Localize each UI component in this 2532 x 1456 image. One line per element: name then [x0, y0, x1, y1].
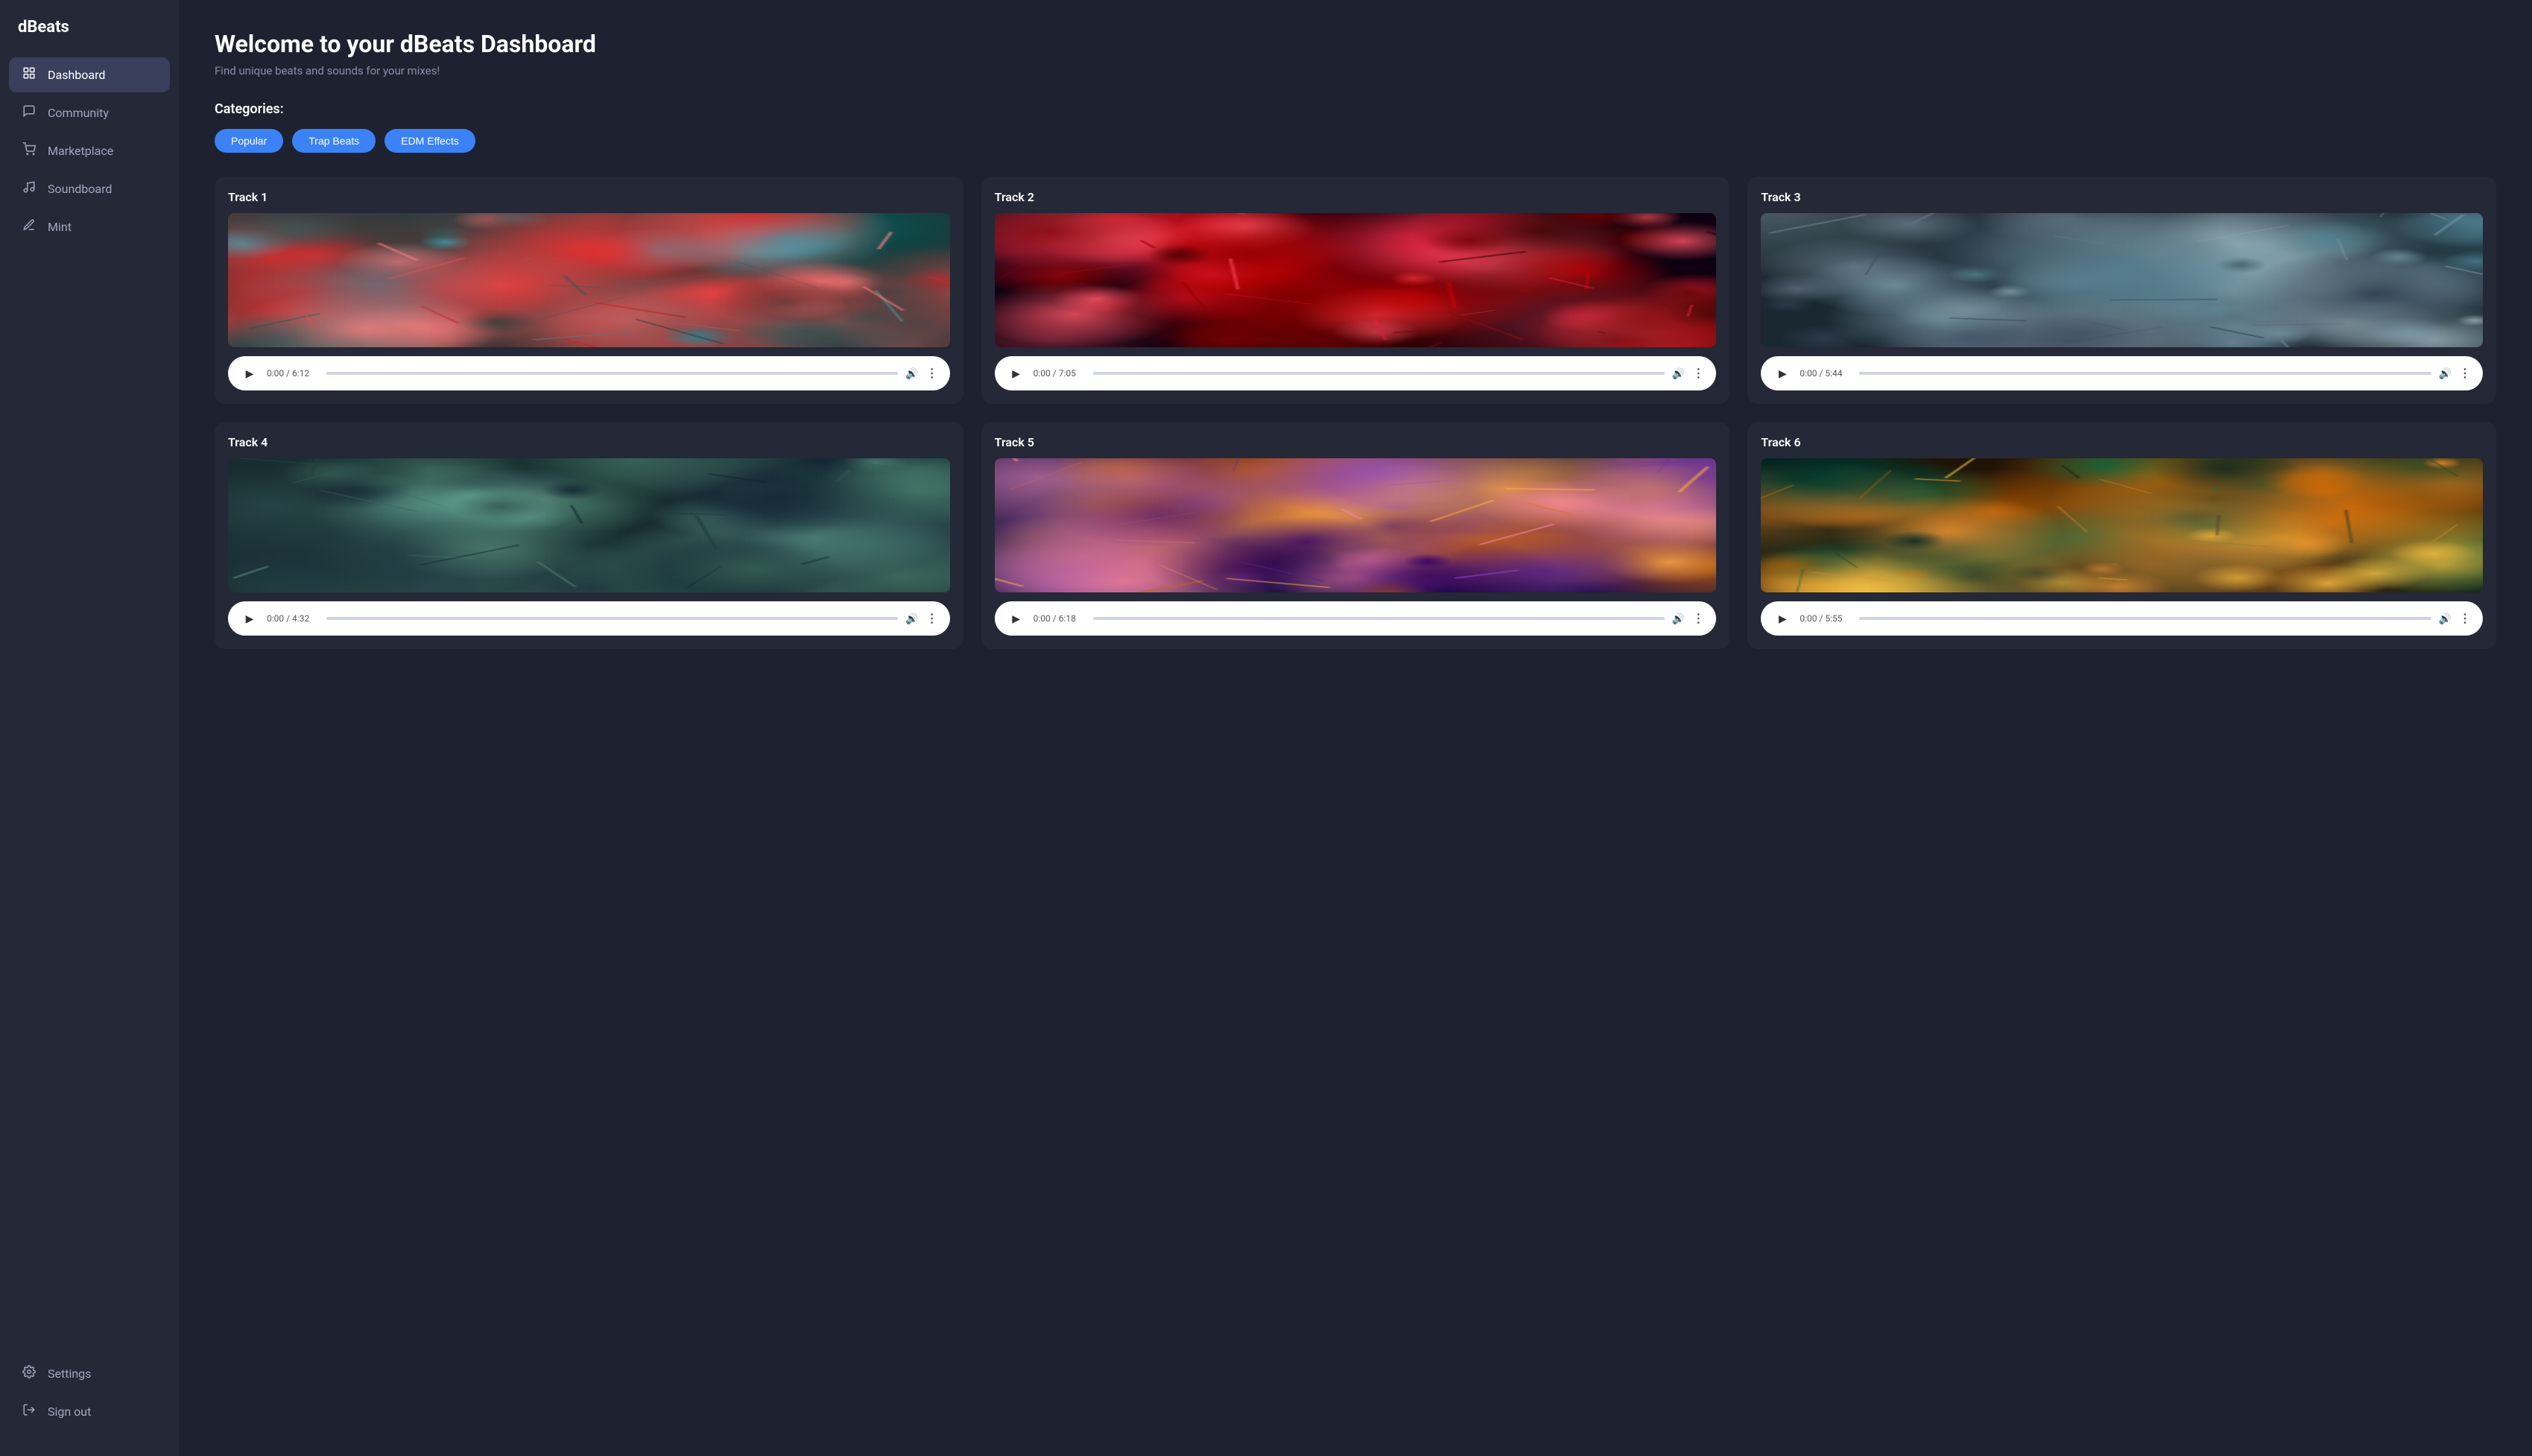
sidebar: dBeats Dashboard Community Marketplace S…: [0, 0, 179, 1456]
track-title-1: Track 1: [228, 190, 950, 204]
sidebar-item-dashboard[interactable]: Dashboard: [9, 57, 170, 92]
sidebar-label-marketplace: Marketplace: [48, 144, 113, 158]
volume-button-6[interactable]: 🔊: [2439, 613, 2452, 625]
marketplace-icon: [21, 142, 37, 159]
track-image-2: [995, 213, 1717, 347]
app-logo: dBeats: [0, 18, 179, 57]
sidebar-item-settings[interactable]: Settings: [9, 1356, 170, 1391]
more-button-6[interactable]: ⋮: [2459, 611, 2471, 626]
time-display-2: 0:00 / 7:05: [1034, 368, 1086, 379]
audio-player-1: ▶ 0:00 / 6:12 🔊 ⋮: [228, 356, 950, 390]
sidebar-item-soundboard[interactable]: Soundboard: [9, 171, 170, 206]
track-title-2: Track 2: [995, 190, 1717, 204]
play-button-2[interactable]: ▶: [1007, 364, 1026, 383]
time-display-3: 0:00 / 5:44: [1800, 368, 1852, 379]
mint-icon: [21, 218, 37, 235]
progress-bar-1[interactable]: [326, 372, 898, 375]
progress-bar-5[interactable]: [1093, 617, 1665, 620]
audio-player-5: ▶ 0:00 / 6:18 🔊 ⋮: [995, 601, 1717, 636]
track-card-1: Track 1 ▶ 0:00 / 6:12 🔊 ⋮: [215, 177, 963, 404]
play-button-6[interactable]: ▶: [1773, 609, 1792, 628]
more-button-5[interactable]: ⋮: [1692, 611, 1704, 626]
categories-label: Categories:: [215, 101, 2496, 117]
page-subtitle: Find unique beats and sounds for your mi…: [215, 64, 2496, 77]
community-icon: [21, 104, 37, 121]
audio-player-3: ▶ 0:00 / 5:44 🔊 ⋮: [1761, 356, 2483, 390]
track-image-4: [228, 458, 950, 592]
track-title-3: Track 3: [1761, 190, 2483, 204]
audio-player-2: ▶ 0:00 / 7:05 🔊 ⋮: [995, 356, 1717, 390]
audio-player-6: ▶ 0:00 / 5:55 🔊 ⋮: [1761, 601, 2483, 636]
settings-icon: [21, 1365, 37, 1382]
track-card-4: Track 4 ▶ 0:00 / 4:32 🔊 ⋮: [215, 422, 963, 649]
progress-bar-6[interactable]: [1859, 617, 2431, 620]
category-btn-edm-effects[interactable]: EDM Effects: [384, 129, 475, 153]
track-title-6: Track 6: [1761, 435, 2483, 449]
track-image-6: [1761, 458, 2483, 592]
sidebar-nav: Dashboard Community Marketplace Soundboa…: [0, 57, 179, 1356]
sidebar-item-mint[interactable]: Mint: [9, 209, 170, 244]
progress-bar-3[interactable]: [1859, 372, 2431, 375]
more-button-2[interactable]: ⋮: [1692, 366, 1704, 381]
category-btn-trap-beats[interactable]: Trap Beats: [292, 129, 376, 153]
track-card-6: Track 6 ▶ 0:00 / 5:55 🔊 ⋮: [1747, 422, 2496, 649]
volume-button-5[interactable]: 🔊: [1672, 613, 1685, 625]
categories-row: Popular Trap Beats EDM Effects: [215, 129, 2496, 153]
sidebar-label-community: Community: [48, 106, 109, 120]
play-button-5[interactable]: ▶: [1007, 609, 1026, 628]
progress-bar-4[interactable]: [326, 617, 898, 620]
progress-bar-2[interactable]: [1093, 372, 1665, 375]
sidebar-label-mint: Mint: [48, 220, 72, 234]
more-button-1[interactable]: ⋮: [926, 366, 938, 381]
volume-button-1[interactable]: 🔊: [905, 367, 918, 380]
main-content: Welcome to your dBeats Dashboard Find un…: [179, 0, 2532, 1456]
play-button-4[interactable]: ▶: [240, 609, 259, 628]
time-display-4: 0:00 / 4:32: [267, 613, 319, 624]
volume-button-4[interactable]: 🔊: [905, 613, 918, 625]
time-display-1: 0:00 / 6:12: [267, 368, 319, 379]
track-card-2: Track 2 ▶ 0:00 / 7:05 🔊 ⋮: [981, 177, 1730, 404]
sidebar-label-signout: Sign out: [48, 1405, 91, 1419]
audio-player-4: ▶ 0:00 / 4:32 🔊 ⋮: [228, 601, 950, 636]
play-button-1[interactable]: ▶: [240, 364, 259, 383]
tracks-grid: Track 1 ▶ 0:00 / 6:12 🔊 ⋮ Track 2 ▶ 0:00…: [215, 177, 2496, 649]
track-title-4: Track 4: [228, 435, 950, 449]
category-btn-popular[interactable]: Popular: [215, 129, 283, 153]
track-image-5: [995, 458, 1717, 592]
track-card-3: Track 3 ▶ 0:00 / 5:44 🔊 ⋮: [1747, 177, 2496, 404]
sidebar-label-soundboard: Soundboard: [48, 182, 112, 196]
more-button-3[interactable]: ⋮: [2459, 366, 2471, 381]
volume-button-3[interactable]: 🔊: [2439, 367, 2452, 380]
play-button-3[interactable]: ▶: [1773, 364, 1792, 383]
sidebar-item-signout[interactable]: Sign out: [9, 1394, 170, 1429]
time-display-6: 0:00 / 5:55: [1800, 613, 1852, 624]
more-button-4[interactable]: ⋮: [926, 611, 938, 626]
soundboard-icon: [21, 180, 37, 197]
track-image-3: [1761, 213, 2483, 347]
sidebar-bottom: Settings Sign out: [0, 1356, 179, 1438]
signout-icon: [21, 1403, 37, 1420]
sidebar-label-dashboard: Dashboard: [48, 68, 105, 82]
track-card-5: Track 5 ▶ 0:00 / 6:18 🔊 ⋮: [981, 422, 1730, 649]
track-title-5: Track 5: [995, 435, 1717, 449]
sidebar-item-marketplace[interactable]: Marketplace: [9, 133, 170, 168]
track-image-1: [228, 213, 950, 347]
volume-button-2[interactable]: 🔊: [1672, 367, 1685, 380]
page-title: Welcome to your dBeats Dashboard: [215, 30, 2496, 58]
time-display-5: 0:00 / 6:18: [1034, 613, 1086, 624]
dashboard-icon: [21, 66, 37, 83]
sidebar-item-community[interactable]: Community: [9, 95, 170, 130]
sidebar-label-settings: Settings: [48, 1367, 91, 1381]
